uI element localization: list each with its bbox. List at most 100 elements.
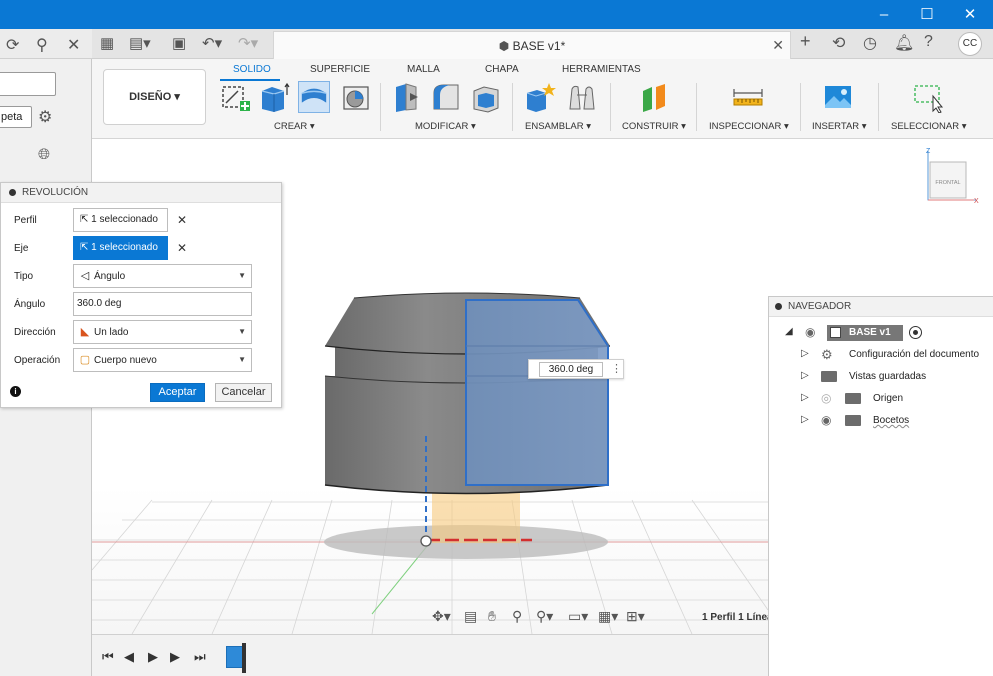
group-crear[interactable]: CREAR ▾ <box>274 121 315 132</box>
collapse-icon[interactable] <box>775 302 782 310</box>
collapsed-triangle-icon[interactable]: ▷ <box>801 370 809 381</box>
grid-settings-icon[interactable]: ▦▾ <box>598 608 618 625</box>
view-cube-face: FRONTAL <box>935 180 960 186</box>
look-at-icon[interactable]: ▤ <box>464 608 477 625</box>
folder-icon <box>821 371 837 382</box>
new-folder-button[interactable]: peta <box>0 106 32 128</box>
group-insertar[interactable]: INSERTAR ▾ <box>812 121 867 132</box>
operacion-dropdown[interactable]: ▢ Cuerpo nuevo ▼ <box>73 348 252 372</box>
press-pull-icon[interactable] <box>390 81 422 113</box>
go-to-start-icon[interactable]: ⏮︎ <box>102 649 114 665</box>
extensions-icon[interactable]: ⟲ <box>832 33 845 53</box>
globe-icon[interactable]: 🌐︎ <box>38 146 50 163</box>
workspace-switcher[interactable]: DISEÑO ▾ <box>103 69 206 125</box>
new-component-icon[interactable] <box>524 81 556 113</box>
zoom-icon[interactable]: ⚲ <box>512 608 522 625</box>
perfil-selector[interactable]: ⇱ 1 seleccionado <box>73 208 168 232</box>
eye-icon[interactable]: ◉ <box>821 413 831 427</box>
data-panel-search-input[interactable] <box>0 72 56 96</box>
file-menu-icon[interactable]: ▤▾ <box>129 34 151 52</box>
insert-image-icon[interactable] <box>822 81 854 113</box>
play-icon[interactable]: ▶︎ <box>148 649 158 665</box>
search-icon[interactable]: ⚲ <box>36 35 48 55</box>
tab-superficie[interactable]: SUPERFICIE <box>310 64 370 75</box>
angulo-input[interactable]: 360.0 deg <box>73 292 252 316</box>
group-seleccionar[interactable]: SELECCIONAR ▾ <box>891 121 967 132</box>
tab-malla[interactable]: MALLA <box>407 64 440 75</box>
navigator-item[interactable]: ▷ ◉ Bocetos <box>769 411 993 431</box>
step-forward-icon[interactable]: ▶︎ <box>170 649 180 665</box>
more-options-icon[interactable]: ⋮ <box>611 362 622 375</box>
angle-value-input[interactable]: 360.0 deg <box>539 362 603 377</box>
eye-icon[interactable]: ◉ <box>805 325 815 339</box>
navigator-header[interactable]: NAVEGADOR <box>769 297 993 317</box>
collapse-icon[interactable] <box>9 188 16 196</box>
expanded-triangle-icon[interactable]: ◢ <box>785 326 793 337</box>
user-avatar[interactable]: CC <box>958 32 982 56</box>
fit-icon[interactable]: ⚲▾ <box>536 608 553 625</box>
display-settings-icon[interactable]: ▭▾ <box>568 608 588 625</box>
group-inspeccionar[interactable]: INSPECCIONAR ▾ <box>709 121 789 132</box>
cancel-button[interactable]: Cancelar <box>215 383 272 402</box>
gear-icon[interactable]: ⚙ <box>38 107 52 127</box>
select-icon[interactable] <box>912 81 944 113</box>
activate-radio[interactable] <box>909 326 922 339</box>
navigator-root[interactable]: ◢ ◉ BASE v1 <box>769 323 993 343</box>
joint-icon[interactable] <box>566 81 598 113</box>
revolve-icon[interactable] <box>298 81 330 113</box>
collapsed-triangle-icon[interactable]: ▷ <box>801 392 809 403</box>
group-ensamblar[interactable]: ENSAMBLAR ▾ <box>525 121 591 132</box>
close-icon[interactable]: ✕ <box>67 35 80 55</box>
document-tab[interactable]: ⬢ BASE v1* ✕ <box>273 31 791 59</box>
notifications-icon[interactable]: 🔔︎ <box>894 33 914 53</box>
tab-solido[interactable]: SOLIDO <box>233 64 271 75</box>
go-to-end-icon[interactable]: ⏭︎ <box>194 649 206 665</box>
direccion-dropdown[interactable]: ◣ Un lado ▼ <box>73 320 252 344</box>
eye-hidden-icon[interactable]: ◎ <box>821 391 831 405</box>
create-sketch-icon[interactable] <box>220 81 252 113</box>
tab-herramientas[interactable]: HERRAMIENTAS <box>562 64 641 75</box>
redo-icon[interactable]: ↷▾ <box>238 34 258 52</box>
eje-selector[interactable]: ⇱ 1 seleccionado <box>73 236 168 260</box>
extrude-icon[interactable] <box>258 81 290 113</box>
navigator-item[interactable]: ▷ ⚙ Configuración del documento <box>769 345 993 365</box>
job-status-icon[interactable]: ◷ <box>863 33 877 53</box>
info-icon[interactable]: i <box>10 386 21 397</box>
dialog-header[interactable]: REVOLUCIÓN <box>1 183 281 203</box>
orbit-icon[interactable]: ✥▾ <box>432 608 451 625</box>
ok-button[interactable]: Aceptar <box>150 383 205 402</box>
pan-icon[interactable]: ✋︎ <box>488 608 496 625</box>
navigator-item[interactable]: ▷ ◎ Origen <box>769 389 993 409</box>
clear-eje-button[interactable]: ✕ <box>177 241 187 255</box>
collapsed-triangle-icon[interactable]: ▷ <box>801 348 809 359</box>
group-modificar[interactable]: MODIFICAR ▾ <box>415 121 476 132</box>
save-icon[interactable]: ▣ <box>172 34 186 52</box>
revolve-preview-face <box>466 300 608 485</box>
measure-icon[interactable] <box>732 81 764 113</box>
close-tab-button[interactable]: ✕ <box>772 37 784 54</box>
new-tab-button[interactable]: + <box>800 31 811 52</box>
maximize-button[interactable]: ☐ <box>905 0 949 29</box>
shell-icon[interactable] <box>470 81 502 113</box>
offset-plane-icon[interactable] <box>638 81 670 113</box>
sweep-icon[interactable] <box>340 81 372 113</box>
tab-chapa[interactable]: CHAPA <box>485 64 519 75</box>
undo-icon[interactable]: ↶▾ <box>202 34 222 52</box>
view-cube[interactable]: FRONTAL Z X <box>920 146 980 206</box>
collapsed-triangle-icon[interactable]: ▷ <box>801 414 809 425</box>
help-icon[interactable]: ? <box>924 33 933 51</box>
viewports-icon[interactable]: ⊞▾ <box>626 608 645 625</box>
data-panel-grid-icon[interactable]: ▦ <box>100 34 114 52</box>
label-perfil: Perfil <box>14 215 37 226</box>
navigator-item[interactable]: ▷ Vistas guardadas <box>769 367 993 387</box>
step-back-icon[interactable]: ◀︎ <box>124 649 134 665</box>
component-icon <box>830 327 841 338</box>
tipo-dropdown[interactable]: ◁ Ángulo ▼ <box>73 264 252 288</box>
refresh-icon[interactable]: ⟳ <box>6 35 19 55</box>
fillet-icon[interactable] <box>430 81 462 113</box>
minimize-button[interactable]: – <box>862 0 906 29</box>
timeline-marker[interactable] <box>242 643 246 673</box>
group-construir[interactable]: CONSTRUIR ▾ <box>622 121 686 132</box>
close-window-button[interactable]: ✕ <box>948 0 992 29</box>
clear-perfil-button[interactable]: ✕ <box>177 213 187 227</box>
